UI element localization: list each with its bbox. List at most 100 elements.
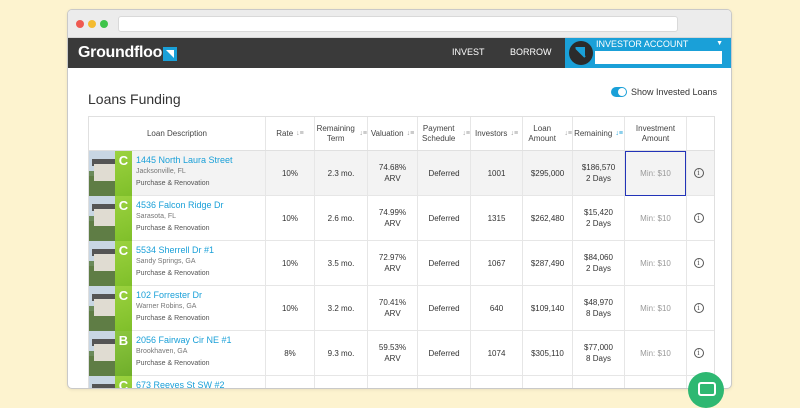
investment-amount-cell: Min: $10 [625, 331, 687, 375]
valuation-cell: 70.41% ARV [368, 286, 418, 330]
loan-address-link[interactable]: 2056 Fairway Cir NE #1 [136, 334, 232, 346]
info-icon[interactable]: i [693, 213, 704, 223]
nav-invest[interactable]: INVEST [452, 47, 485, 57]
investment-amount-cell: Min: $10 [625, 286, 687, 330]
info-icon[interactable]: i [693, 168, 704, 178]
schedule-cell: Deferred [418, 331, 471, 375]
info-cell: i [687, 151, 710, 195]
col-remaining[interactable]: Remaining ↓≡ [573, 117, 625, 150]
loan-city: Warner Robins, GA [136, 303, 197, 310]
show-invested-toggle[interactable] [611, 87, 627, 97]
col-valuation[interactable]: Valuation ↓≡ [368, 117, 418, 150]
minimize-window-button[interactable] [88, 20, 96, 28]
table-row[interactable]: C 4536 Falcon Ridge Dr Sarasota, FL Purc… [89, 196, 714, 241]
info-icon[interactable]: i [693, 258, 704, 268]
loan-amount-cell [523, 376, 573, 388]
loan-city: Jacksonville, FL [136, 168, 186, 175]
property-photo[interactable]: C [89, 376, 132, 388]
loan-purpose: Purchase & Renovation [136, 180, 210, 187]
col-investors[interactable]: Investors ↓≡ [471, 117, 523, 150]
info-cell: i [687, 286, 710, 330]
col-remaining-term[interactable]: Remaining Term ↓≡ [315, 117, 368, 150]
col-payment-schedule[interactable]: Payment Schedule ↓≡ [418, 117, 471, 150]
schedule-cell: Deferred [418, 196, 471, 240]
loans-table: Loan Description Rate ↓≡ Remaining Term ↓≡… [88, 116, 715, 388]
valuation-cell: 74.99% ARV [368, 196, 418, 240]
loan-description: C 5534 Sherrell Dr #1 Sandy Springs, GA … [89, 241, 266, 286]
account-avatar [569, 41, 593, 65]
term-cell: 2.3 mo. [315, 151, 368, 195]
remaining-cell: $186,570 2 Days [573, 151, 625, 195]
sort-icon: ↓≡ [564, 129, 572, 137]
term-cell: 2.6 mo. [315, 196, 368, 240]
remaining-cell: $84,060 2 Days [573, 241, 625, 285]
sort-icon: ↓≡ [296, 129, 304, 137]
col-rate[interactable]: Rate ↓≡ [266, 117, 315, 150]
chat-bubble-icon[interactable] [688, 372, 724, 408]
loan-info: 2056 Fairway Cir NE #1 Brookhaven, GA Pu… [132, 331, 232, 375]
close-window-button[interactable] [76, 20, 84, 28]
property-photo[interactable]: C [89, 241, 132, 286]
grade-badge: B [115, 331, 132, 376]
loan-purpose: Purchase & Renovation [136, 270, 210, 277]
investors-cell: 640 [471, 286, 523, 330]
loan-address-link[interactable]: 4536 Falcon Ridge Dr [136, 199, 224, 211]
schedule-cell [418, 376, 471, 388]
loan-address-link[interactable]: 102 Forrester Dr [136, 289, 210, 301]
info-cell: i [687, 196, 710, 240]
investment-amount-input[interactable]: Min: $10 [625, 150, 686, 196]
remaining-cell: $77,000 8 Days [573, 331, 625, 375]
table-row[interactable]: C 673 Reeves St SW #2 [89, 376, 714, 388]
rate-cell: 8% [266, 331, 315, 375]
table-row[interactable]: C 5534 Sherrell Dr #1 Sandy Springs, GA … [89, 241, 714, 286]
investors-cell: 1315 [471, 196, 523, 240]
loan-address-link[interactable]: 5534 Sherrell Dr #1 [136, 244, 214, 256]
loan-description: C 102 Forrester Dr Warner Robins, GA Pur… [89, 286, 266, 331]
loan-amount-cell: $287,490 [523, 241, 573, 285]
table-row[interactable]: C 1445 North Laura Street Jacksonville, … [89, 150, 714, 196]
property-photo[interactable]: C [89, 286, 132, 331]
loan-info: 673 Reeves St SW #2 [132, 376, 225, 388]
info-icon[interactable]: i [693, 303, 704, 313]
grade-badge: C [115, 286, 132, 331]
investment-amount-input[interactable]: Min: $10 [640, 259, 671, 268]
grade-badge: C [115, 151, 132, 196]
investment-amount-input[interactable]: Min: $10 [640, 349, 671, 358]
loan-description: C 1445 North Laura Street Jacksonville, … [89, 151, 266, 196]
browser-chrome [68, 10, 731, 38]
col-loan-description: Loan Description [89, 117, 266, 150]
col-info [687, 117, 710, 150]
table-row[interactable]: B 2056 Fairway Cir NE #1 Brookhaven, GA … [89, 331, 714, 376]
property-photo[interactable]: C [89, 151, 132, 196]
valuation-cell [368, 376, 418, 388]
info-icon[interactable]: i [693, 348, 704, 358]
investment-amount-input[interactable]: Min: $10 [640, 214, 671, 223]
investment-amount-cell: Min: $10 [625, 150, 687, 196]
term-cell: 9.3 mo. [315, 331, 368, 375]
account-select[interactable] [594, 50, 723, 65]
table-row[interactable]: C 102 Forrester Dr Warner Robins, GA Pur… [89, 286, 714, 331]
nav-borrow[interactable]: BORROW [510, 47, 552, 57]
property-photo[interactable]: C [89, 196, 132, 241]
loan-city: Sarasota, FL [136, 213, 177, 220]
brand-logo[interactable]: Groundfloor [78, 44, 168, 62]
investor-account-menu[interactable]: INVESTOR ACCOUNT ▼ [565, 38, 731, 68]
investment-amount-input[interactable]: Min: $10 [640, 304, 671, 313]
account-arrow-icon [575, 47, 586, 58]
rate-cell: 10% [266, 286, 315, 330]
loan-purpose: Purchase & Renovation [136, 315, 210, 322]
maximize-window-button[interactable] [100, 20, 108, 28]
loan-description: C 4536 Falcon Ridge Dr Sarasota, FL Purc… [89, 196, 266, 241]
property-photo[interactable]: B [89, 331, 132, 376]
browser-window: Groundfloor INVEST BORROW INVESTOR ACCOU… [67, 9, 732, 389]
remaining-cell: $15,420 2 Days [573, 196, 625, 240]
loan-address-link[interactable]: 673 Reeves St SW #2 [136, 379, 225, 388]
address-bar[interactable] [118, 16, 678, 32]
loan-address-link[interactable]: 1445 North Laura Street [136, 154, 233, 166]
investors-cell: 1001 [471, 151, 523, 195]
investors-cell: 1074 [471, 331, 523, 375]
sort-active-icon: ↓≡ [615, 129, 623, 137]
rate-cell: 10% [266, 196, 315, 240]
col-loan-amount[interactable]: Loan Amount ↓≡ [523, 117, 573, 150]
info-cell: i [687, 331, 710, 375]
